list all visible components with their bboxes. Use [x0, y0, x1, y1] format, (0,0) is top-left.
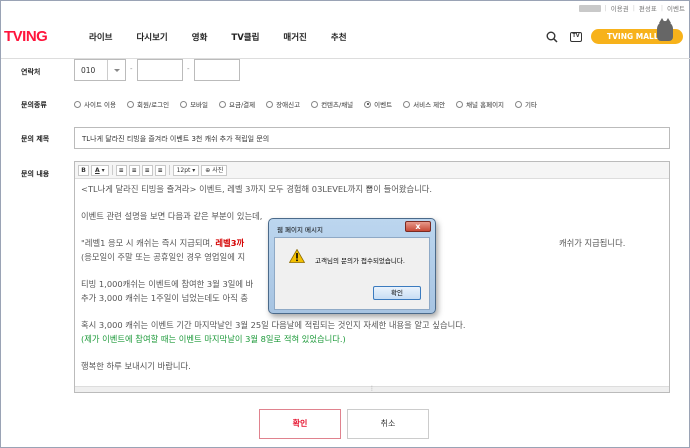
- browser-frame: | 이용권 | 편성표 | 이벤트 TVING 라이브 다시보기 영화 TV클립…: [0, 0, 690, 448]
- dialog-message: 고객님의 문의가 접수되었습니다.: [315, 257, 405, 265]
- radio-circle: [126, 100, 134, 108]
- content-line: 혹시 3,000 캐쉬는 이벤트 기간 마지막날인 3월 25일 다음날에 적립…: [81, 320, 466, 330]
- radio-channel-homepage[interactable]: 채널 홈페이지: [456, 99, 504, 109]
- phone-prefix-value: 010: [81, 66, 96, 75]
- content-text-red: 레벨3까: [215, 238, 245, 248]
- phone-separator: -: [187, 65, 190, 73]
- phone-prefix-select[interactable]: 010: [74, 59, 126, 81]
- align-justify-icon[interactable]: ≡: [154, 164, 166, 176]
- confirm-button[interactable]: 확인: [259, 409, 341, 439]
- content-line: <TL나게 달라진 티빙을 즐겨라> 이벤트, 레벨 3까지 모두 경험해 03…: [81, 184, 433, 194]
- resize-grip-icon: ⋮: [369, 385, 375, 392]
- radio-label: 채널 홈페이지: [466, 101, 505, 109]
- dialog-title: 웹 페이지 메시지: [277, 226, 323, 234]
- content-line: 행복한 하루 보내시기 바랍니다.: [81, 361, 191, 371]
- phone-middle-input[interactable]: [137, 59, 183, 81]
- warning-icon: [289, 249, 305, 263]
- radio-circle: [219, 100, 227, 108]
- tving-mall-button[interactable]: TVING MALL: [591, 18, 683, 44]
- tving-logo[interactable]: TVING: [4, 28, 48, 45]
- radio-circle-selected: [364, 100, 372, 108]
- radio-site-usage[interactable]: 사이트 이용: [74, 99, 116, 109]
- radio-label: 서비스 제안: [413, 101, 446, 109]
- dialog-ok-button[interactable]: 확인: [373, 286, 421, 300]
- content-line: (응모일이 주말 또는 공휴일인 경우 영업일에 지: [81, 252, 246, 262]
- radio-content-channel[interactable]: 컨텐츠/채널: [311, 99, 353, 109]
- phone-last-input[interactable]: [194, 59, 240, 81]
- radio-label: 모바일: [190, 101, 209, 109]
- radio-outage[interactable]: 장애신고: [266, 99, 300, 109]
- radio-circle: [180, 100, 188, 108]
- radio-circle: [266, 100, 274, 108]
- utility-link-schedule[interactable]: 편성표: [639, 3, 657, 13]
- phone-separator: -: [130, 65, 133, 73]
- utility-bar: | 이용권 | 편성표 | 이벤트: [578, 3, 685, 13]
- dialog-footer: 확인: [275, 281, 429, 309]
- font-size-value: 12pt: [176, 166, 191, 174]
- editor-resize-handle[interactable]: ⋮: [75, 385, 669, 392]
- radio-member-login[interactable]: 회원/로그인: [126, 99, 170, 109]
- radio-circle: [515, 100, 523, 108]
- content-line: 캐쉬가 지급됩니다.: [559, 238, 626, 248]
- nav-item-recommend[interactable]: 추천: [331, 31, 347, 43]
- radio-label: 기타: [525, 101, 537, 109]
- radio-circle: [74, 100, 81, 108]
- radio-circle: [311, 100, 319, 108]
- content-line: 추가 3,000 캐쉬는 1주일이 넘었는데도 아직 충: [81, 293, 248, 303]
- radio-circle: [403, 100, 411, 108]
- utility-link-event[interactable]: 이벤트: [667, 3, 685, 13]
- tving-mall-label: TVING MALL: [607, 32, 659, 41]
- inquiry-title-label: 문의 제목: [21, 135, 50, 143]
- align-center-icon[interactable]: ≡: [128, 164, 140, 176]
- align-right-icon[interactable]: ≡: [141, 164, 153, 176]
- radio-etc[interactable]: 기타: [515, 99, 537, 109]
- nav-item-replay[interactable]: 다시보기: [136, 31, 167, 43]
- radio-circle: [456, 100, 464, 108]
- radio-event[interactable]: 이벤트: [364, 99, 392, 109]
- content-line: "레벨1 응모 시 캐쉬는 즉시 지급되며, 레벨3까: [81, 237, 244, 249]
- nav-item-movie[interactable]: 영화: [192, 31, 208, 43]
- radio-payment[interactable]: 요금/결제: [219, 99, 255, 109]
- dialog-body: 고객님의 문의가 접수되었습니다. 확인: [274, 237, 430, 310]
- radio-label: 요금/결제: [229, 101, 256, 109]
- web-page-message-dialog: 웹 페이지 메시지 x 고객님의 문의가 접수되었습니다. 확인: [268, 218, 436, 314]
- utility-link-ticket[interactable]: 이용권: [611, 3, 629, 13]
- radio-label: 컨텐츠/채널: [321, 101, 354, 109]
- content-line-green: (제가 이벤트에 참여할 때는 이벤트 마지막날이 3월 8일로 적혀 있었습니…: [81, 334, 346, 344]
- inquiry-title-input[interactable]: TL나게 달라진 티빙을 즐겨라 이벤트 3천 캐쉬 추가 적립일 문의: [74, 127, 670, 149]
- main-nav: 라이브 다시보기 영화 TV클립 매거진 추천: [89, 31, 371, 43]
- align-left-icon[interactable]: ≡: [115, 164, 127, 176]
- nav-item-tvclip[interactable]: TV클립: [231, 31, 259, 43]
- radio-label: 장애신고: [276, 101, 301, 109]
- radio-label: 회원/로그인: [136, 101, 170, 109]
- radio-label: 이벤트: [374, 101, 393, 109]
- close-icon[interactable]: x: [405, 221, 431, 232]
- user-name-blurred: [578, 4, 601, 12]
- content-text: "레벨1 응모 시 캐쉬는 즉시 지급되며,: [81, 238, 216, 248]
- tv-icon[interactable]: TV: [570, 32, 582, 42]
- chevron-down-icon: [107, 60, 125, 80]
- inquiry-content-label: 문의 내용: [21, 170, 50, 178]
- inquiry-type-group: 사이트 이용 회원/로그인 모바일 요금/결제 장애신고 컨텐츠/채널 이벤트 …: [74, 99, 548, 109]
- font-color-glyph: A: [95, 166, 100, 174]
- header: TVING 라이브 다시보기 영화 TV클립 매거진 추천 TV TVING M…: [1, 15, 690, 59]
- cat-mascot-icon: [657, 18, 673, 41]
- inquiry-type-label: 문의종류: [21, 101, 47, 109]
- radio-mobile[interactable]: 모바일: [180, 99, 208, 109]
- radio-label: 사이트 이용: [84, 101, 116, 109]
- font-color-button[interactable]: A ▾: [91, 164, 109, 176]
- content-line: 티빙 1,000캐쉬는 이벤트에 참여한 3월 3일에 바: [81, 279, 254, 289]
- photo-button[interactable]: ⊕ 사진: [201, 164, 228, 176]
- font-size-select[interactable]: 12pt ▾: [172, 164, 200, 176]
- editor-toolbar: B A ▾ ≡ ≡ ≡ ≡ 12pt ▾ ⊕ 사진: [75, 162, 669, 179]
- content-line: 이벤트 관련 설명을 보면 다음과 같은 부분이 있는데,: [81, 211, 263, 221]
- bold-button[interactable]: B: [78, 164, 89, 176]
- nav-item-live[interactable]: 라이브: [89, 31, 112, 43]
- photo-label: 사진: [212, 166, 224, 174]
- search-icon[interactable]: [546, 31, 558, 43]
- contact-label: 연락처: [21, 68, 41, 76]
- cancel-button[interactable]: 취소: [347, 409, 429, 439]
- radio-service-suggestion[interactable]: 서비스 제안: [403, 99, 445, 109]
- nav-item-magazine[interactable]: 매거진: [283, 31, 306, 43]
